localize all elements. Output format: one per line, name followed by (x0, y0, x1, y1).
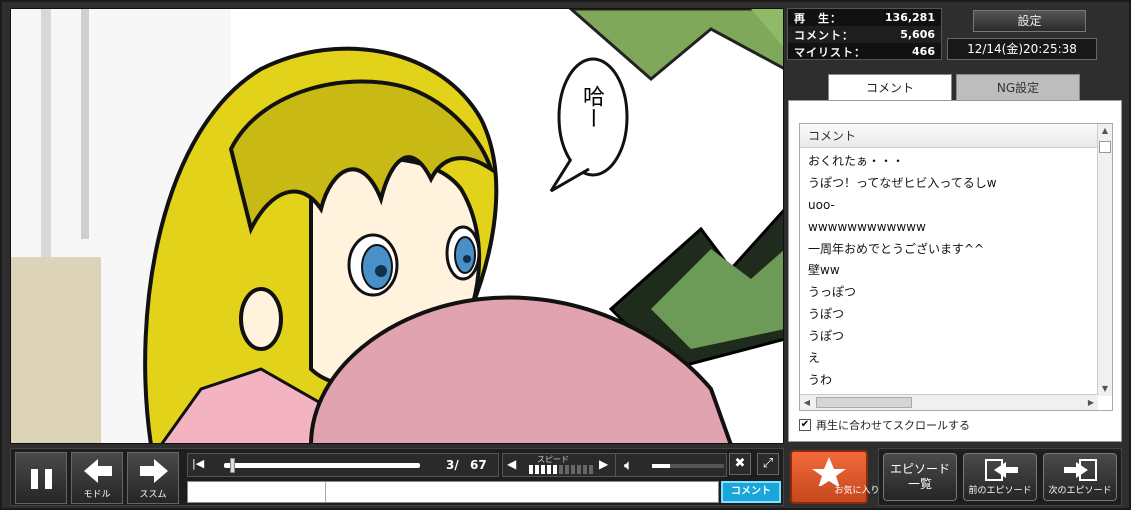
comment-row[interactable]: uoo- (800, 194, 1098, 216)
speech-bubble-text: 哈ー (579, 85, 604, 129)
forward-button[interactable]: ススム (127, 452, 179, 504)
prev-episode-button[interactable]: 前のエピソード (963, 453, 1037, 501)
episode-navigation: エピソード 一覧 前のエピソード 次のエピソード (878, 448, 1122, 506)
speed-bar-segment (535, 465, 539, 474)
close-icon: ✖ (734, 456, 746, 471)
comment-count-value: 5,606 (900, 28, 935, 41)
scroll-thumb[interactable] (1099, 141, 1111, 153)
play-count-label: 再 生： (794, 11, 842, 25)
seek-track[interactable] (224, 463, 420, 468)
next-episode-icon (1064, 459, 1097, 481)
speed-bar-segment (577, 465, 581, 474)
settings-button[interactable]: 設定 (973, 10, 1086, 32)
prev-episode-icon (985, 459, 1018, 481)
comment-list[interactable]: コメント おくれたぁ・・・ うぽつ！ってなぜヒビ入ってるしw uoo- wwww… (799, 123, 1113, 411)
comment-row[interactable]: うぽつ (800, 325, 1098, 347)
scroll-right-arrow-icon[interactable]: ▶ (1084, 395, 1098, 410)
scroll-left-arrow-icon[interactable]: ◀ (800, 395, 814, 410)
comment-row[interactable]: wwwwwwwwwwww (800, 216, 1098, 238)
speed-control: ◀ スピード ▶ (502, 453, 622, 477)
pause-button[interactable] (15, 452, 67, 504)
speed-level-bars (529, 465, 593, 474)
comment-panel: コメント おくれたぁ・・・ うぽつ！ってなぜヒビ入ってるしw uoo- wwww… (788, 100, 1122, 442)
star-icon (812, 457, 846, 488)
back-button[interactable]: モドル (71, 452, 123, 504)
comment-row[interactable]: 壁ww (800, 259, 1098, 281)
comment-panel-tabs: コメント NG設定 (828, 74, 1084, 102)
datetime-display: 12/14(金)20:25:38 (947, 38, 1097, 60)
pause-icon (31, 469, 52, 489)
speaker-icon[interactable]: 🔈︎ (624, 456, 633, 474)
tab-comments[interactable]: コメント (828, 74, 952, 102)
comment-column-header[interactable]: コメント (800, 124, 1098, 148)
comment-row[interactable]: え (800, 347, 1098, 369)
speed-down-icon[interactable]: ◀ (507, 457, 516, 471)
next-episode-label: 次のエピソード (1048, 486, 1112, 496)
favorite-button[interactable]: お気に入り登録 (790, 450, 898, 504)
speed-bar-segment (541, 465, 545, 474)
arrow-left-icon (84, 459, 112, 483)
autoscroll-label: 再生に合わせてスクロールする (816, 419, 970, 432)
comment-row[interactable]: 一周年おめでとうございます^^ (800, 238, 1098, 260)
hscroll-thumb[interactable] (816, 397, 912, 408)
page-total: 67 (470, 458, 487, 472)
scroll-down-arrow-icon[interactable]: ▼ (1098, 382, 1112, 396)
comment-count-row: コメント： 5,606 (788, 26, 941, 43)
vertical-scrollbar[interactable]: ▲ ▼ (1097, 124, 1112, 396)
speed-bar-segment (529, 465, 533, 474)
speed-bar-segment (565, 465, 569, 474)
comment-row[interactable]: うわ (800, 369, 1098, 391)
horizontal-scrollbar[interactable]: ◀ ▶ (800, 394, 1098, 410)
comment-submit-button[interactable]: コメント (721, 481, 781, 503)
speed-bar-segment (559, 465, 563, 474)
manga-panel-illustration (11, 9, 783, 443)
speed-bar-segment (589, 465, 593, 474)
comment-input[interactable] (187, 481, 719, 503)
volume-fill (652, 464, 670, 468)
comment-count-label: コメント： (794, 28, 854, 42)
episode-list-label: エピソード 一覧 (889, 462, 950, 491)
play-count-row: 再 生： 136,281 (788, 9, 941, 26)
stats-panel: 再 生： 136,281 コメント： 5,606 マイリスト： 466 (787, 8, 942, 60)
comment-row[interactable]: うっぽつ (800, 281, 1098, 303)
comment-command-divider (325, 482, 326, 502)
comment-rows: おくれたぁ・・・ うぽつ！ってなぜヒビ入ってるしw uoo- wwwwwwwww… (800, 150, 1098, 394)
autoscroll-option[interactable]: ✔ 再生に合わせてスクロールする (799, 417, 970, 433)
speed-label: スピード (537, 455, 569, 464)
next-episode-button[interactable]: 次のエピソード (1043, 453, 1117, 501)
comment-hide-button[interactable]: ✖ (729, 453, 751, 475)
scroll-up-arrow-icon[interactable]: ▲ (1098, 124, 1112, 138)
volume-control: 🔈︎ (615, 453, 727, 477)
seek-handle[interactable] (229, 458, 235, 473)
expand-icon: ⤢ (762, 456, 774, 471)
comment-row[interactable]: うぽつ (800, 303, 1098, 325)
speed-up-icon[interactable]: ▶ (599, 457, 608, 471)
speed-bar-segment (547, 465, 551, 474)
speed-bar-segment (571, 465, 575, 474)
arrow-right-icon (140, 459, 168, 483)
manga-viewer[interactable]: 哈ー (10, 8, 784, 444)
mylist-count-value: 466 (912, 45, 935, 58)
speed-bar-segment (583, 465, 587, 474)
page-current: 3/ (446, 458, 459, 472)
player-window: 哈ー 再 生： 136,281 コメント： 5,606 マイリスト： 466 設… (0, 0, 1131, 510)
playback-controls: モドル ススム |◀ 3/ 67 ◀ スピード ▶ 🔈︎ ✖ ⤢ コメント (10, 448, 784, 506)
speed-bar-segment (553, 465, 557, 474)
back-button-label: モドル (83, 490, 111, 500)
skip-to-start-icon[interactable]: |◀ (192, 457, 204, 470)
forward-button-label: ススム (139, 490, 167, 500)
seek-bar: |◀ 3/ 67 (187, 453, 499, 477)
autoscroll-checkbox[interactable]: ✔ (799, 419, 811, 431)
mylist-count-row: マイリスト： 466 (788, 43, 941, 60)
prev-episode-label: 前のエピソード (968, 486, 1032, 496)
fullscreen-button[interactable]: ⤢ (757, 453, 779, 475)
mylist-count-label: マイリスト： (794, 45, 866, 59)
episode-list-button[interactable]: エピソード 一覧 (883, 453, 957, 501)
comment-row[interactable]: おくれたぁ・・・ (800, 150, 1098, 172)
play-count-value: 136,281 (884, 11, 935, 24)
comment-row[interactable]: うぽつ！ってなぜヒビ入ってるしw (800, 172, 1098, 194)
tab-ng-settings[interactable]: NG設定 (956, 74, 1080, 102)
